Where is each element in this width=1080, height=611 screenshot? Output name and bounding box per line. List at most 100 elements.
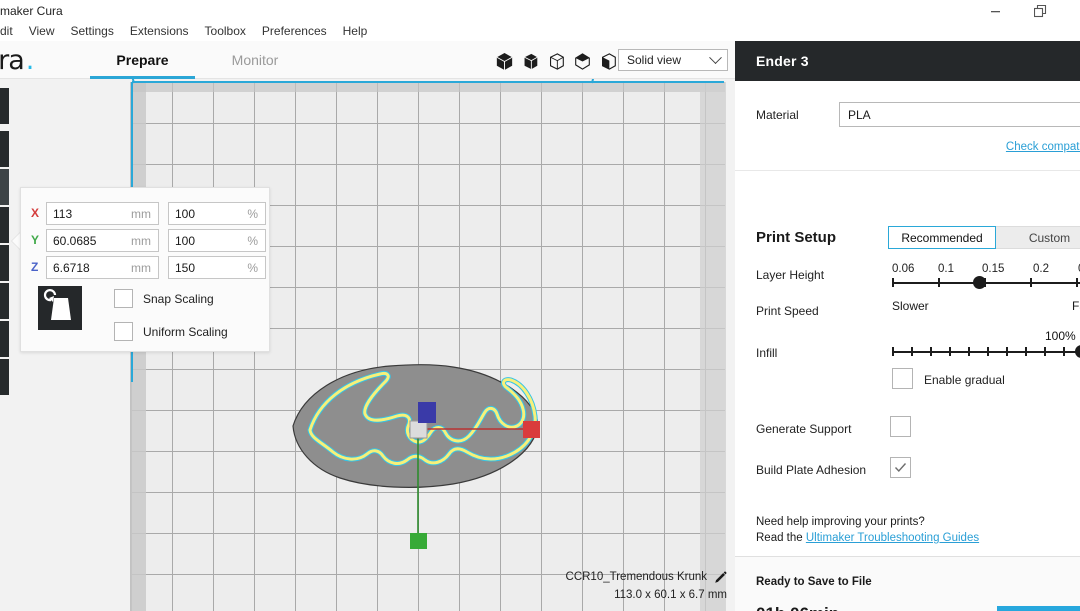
menu-item-view[interactable]: View bbox=[21, 22, 63, 41]
material-select[interactable]: PLA bbox=[839, 102, 1080, 127]
tool-mirror-button[interactable] bbox=[0, 207, 9, 243]
cube-filled-icon[interactable] bbox=[522, 52, 539, 71]
print-speed-label: Print Speed bbox=[756, 304, 819, 318]
scale-z-mm-input[interactable]: 6.6718 mm bbox=[46, 255, 159, 279]
chevron-down-icon bbox=[709, 51, 722, 65]
build-plate-adhesion-checkbox[interactable] bbox=[890, 457, 911, 478]
layer-height-slider[interactable] bbox=[892, 276, 1080, 289]
tab-recommended[interactable]: Recommended bbox=[888, 226, 996, 249]
layer-height-tick-2: 0.15 bbox=[982, 263, 1005, 275]
model-dimensions-label: 113.0 x 60.1 x 6.7 mm bbox=[614, 589, 727, 601]
menu-item-preferences[interactable]: Preferences bbox=[254, 22, 335, 41]
tool-rotate-button[interactable] bbox=[0, 169, 9, 205]
build-plate-edge-diagonal-right bbox=[591, 79, 595, 84]
snap-scaling-label: Snap Scaling bbox=[143, 291, 214, 306]
menu-item-help[interactable]: Help bbox=[335, 22, 376, 41]
menu-item-extensions[interactable]: Extensions bbox=[122, 22, 197, 41]
help-line-2: Read the Ultimaker Troubleshooting Guide… bbox=[756, 530, 979, 546]
cube-outline-icon[interactable] bbox=[548, 52, 565, 71]
menu-item-toolbox[interactable]: Toolbox bbox=[197, 22, 254, 41]
layer-height-tick-0: 0.06 bbox=[892, 263, 915, 275]
axis-label-y: Y bbox=[31, 233, 40, 247]
tool-scale-button[interactable] bbox=[0, 131, 9, 167]
cube-side-icon[interactable] bbox=[600, 52, 617, 71]
uniform-scaling-checkbox[interactable] bbox=[114, 322, 133, 341]
tool-extra2-button[interactable] bbox=[0, 359, 9, 395]
enable-gradual-checkbox[interactable] bbox=[892, 368, 913, 389]
scale-row-z: Z 6.6718 mm 150 % bbox=[31, 255, 266, 279]
generate-support-label: Generate Support bbox=[756, 422, 852, 436]
estimated-time-label: 01h 06min bbox=[756, 604, 839, 611]
scale-x-pct-value: 100 bbox=[175, 206, 196, 221]
save-to-file-button[interactable]: Save to File bbox=[997, 606, 1080, 611]
scale-y-pct-input[interactable]: 100 % bbox=[168, 228, 266, 252]
cube-top-icon[interactable] bbox=[574, 52, 591, 71]
menu-item-edit[interactable]: dit bbox=[0, 22, 21, 41]
scale-y-pct-value: 100 bbox=[175, 233, 196, 248]
generate-support-checkbox[interactable] bbox=[890, 416, 911, 437]
gizmo-center-handle bbox=[409, 420, 428, 439]
scale-z-pct-value: 150 bbox=[175, 260, 196, 275]
axis-label-z: Z bbox=[31, 260, 39, 274]
layer-height-slider-handle[interactable] bbox=[973, 276, 986, 289]
tab-prepare-label: Prepare bbox=[116, 52, 169, 68]
model-info-overlay: CCR10_Tremendous Krunk 113.0 x 60.1 x 6.… bbox=[566, 568, 727, 604]
view-mode-value: Solid view bbox=[627, 53, 682, 67]
infill-label: Infill bbox=[756, 346, 778, 360]
cura-logo: ura . bbox=[0, 41, 34, 79]
save-section: Ready to Save to File 01h 06min 3.26m / … bbox=[735, 556, 1080, 611]
uniform-scaling-row[interactable]: Uniform Scaling bbox=[114, 322, 228, 341]
tab-prepare[interactable]: Prepare bbox=[90, 41, 195, 79]
tool-move-button[interactable] bbox=[0, 88, 9, 124]
view-orientation-icons bbox=[496, 50, 617, 72]
tool-extra-button[interactable] bbox=[0, 321, 9, 357]
menu-item-settings[interactable]: Settings bbox=[62, 22, 121, 41]
infill-slider-handle[interactable] bbox=[1075, 345, 1080, 358]
restore-button[interactable] bbox=[1018, 0, 1063, 22]
right-sidebar: Ender 3 Material PLA Check compatibility… bbox=[735, 41, 1080, 611]
troubleshooting-guides-link[interactable]: Ultimaker Troubleshooting Guides bbox=[806, 532, 979, 544]
build-plate-adhesion-label: Build Plate Adhesion bbox=[756, 463, 867, 477]
tab-custom[interactable]: Custom bbox=[996, 226, 1080, 249]
scale-gizmo[interactable] bbox=[282, 349, 552, 549]
scale-y-mm-input[interactable]: 60.0685 mm bbox=[46, 228, 159, 252]
minimize-icon bbox=[991, 10, 1000, 12]
printer-header[interactable]: Ender 3 bbox=[735, 41, 1080, 81]
help-line-2-prefix: Read the bbox=[756, 532, 806, 544]
infill-slider[interactable] bbox=[892, 345, 1080, 358]
printer-name-label: Ender 3 bbox=[756, 53, 809, 69]
scale-x-pct-input[interactable]: 100 % bbox=[168, 201, 266, 225]
scale-x-mm-input[interactable]: 113 mm bbox=[46, 201, 159, 225]
tool-support-blocker-button[interactable] bbox=[0, 283, 9, 319]
tab-monitor[interactable]: Monitor bbox=[200, 41, 310, 79]
scale-z-pct-input[interactable]: 150 % bbox=[168, 255, 266, 279]
minimize-button[interactable] bbox=[973, 0, 1018, 22]
print-speed-slower-label: Slower bbox=[892, 299, 929, 313]
check-compatibility-link[interactable]: Check compatibility bbox=[1006, 141, 1080, 153]
scale-z-mm-value: 6.6718 bbox=[53, 260, 90, 275]
scale-x-pct-unit: % bbox=[247, 206, 258, 221]
snap-scaling-checkbox[interactable] bbox=[114, 289, 133, 308]
view-mode-select[interactable]: Solid view bbox=[618, 49, 728, 71]
window-title-bar: maker Cura bbox=[0, 0, 1080, 22]
print-speed-faster-label: Fa bbox=[1072, 299, 1080, 313]
cube-solid-icon[interactable] bbox=[496, 52, 513, 71]
pencil-icon[interactable] bbox=[714, 570, 727, 584]
gizmo-z-handle bbox=[418, 402, 436, 423]
material-label: Material bbox=[756, 108, 799, 122]
infill-value-label: 100% bbox=[1045, 329, 1076, 343]
enable-gradual-label: Enable gradual bbox=[924, 373, 1005, 387]
print-setup-title: Print Setup bbox=[756, 229, 837, 246]
save-status-label: Ready to Save to File bbox=[756, 576, 872, 588]
scale-x-mm-value: 113 bbox=[53, 206, 73, 221]
tool-per-model-settings-button[interactable] bbox=[0, 245, 9, 281]
snap-scaling-row[interactable]: Snap Scaling bbox=[114, 289, 214, 308]
axis-label-x: X bbox=[31, 206, 40, 220]
logo-text: ura bbox=[0, 44, 25, 76]
print-setup-mode-tabs: Recommended Custom bbox=[888, 226, 1080, 249]
build-plate-shadow-right bbox=[700, 82, 726, 611]
layer-height-tick-labels: 0.06 0.1 0.15 0.2 0.4 bbox=[892, 263, 1080, 279]
gizmo-x-handle bbox=[523, 421, 540, 438]
scale-y-pct-unit: % bbox=[247, 233, 258, 248]
scale-tool-icon[interactable] bbox=[38, 286, 82, 330]
